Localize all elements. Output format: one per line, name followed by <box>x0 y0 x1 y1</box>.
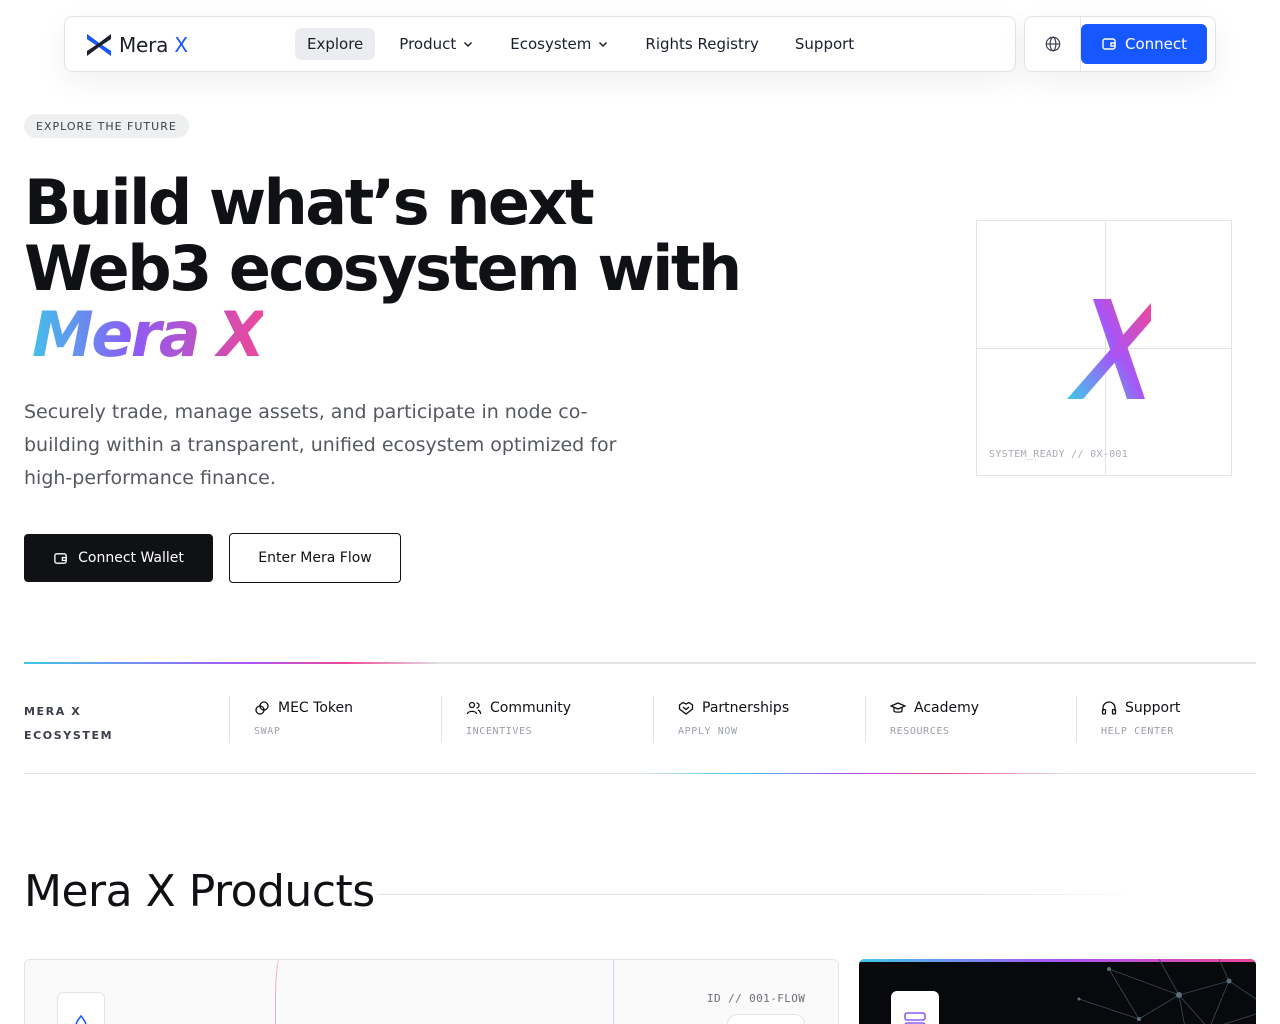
products-title: Mera X Products <box>24 866 375 917</box>
brand-logo[interactable]: Mera X <box>85 29 188 61</box>
decorative-arc <box>613 960 633 1024</box>
globe-icon <box>1045 36 1060 52</box>
product-icon-box <box>57 992 105 1024</box>
nav-item-label: Explore <box>307 35 364 53</box>
ecosystem-item-subtitle: RESOURCES <box>890 726 950 737</box>
ecosystem-item-support[interactable]: Support HELP CENTER <box>1076 696 1256 742</box>
ecosystem-item-title: Community <box>490 700 572 716</box>
headline-line-1: Build what’s next <box>24 166 595 239</box>
droplet-icon <box>75 1014 87 1024</box>
brand-name: Mera X <box>119 33 188 57</box>
connect-label: Connect <box>1124 35 1188 53</box>
connect-button[interactable]: Connect <box>1081 24 1207 64</box>
ecosystem-item-title: Academy <box>914 700 980 716</box>
chevron-down-icon <box>464 41 473 48</box>
ecosystem-item-title: Support <box>1125 700 1181 716</box>
wallet-icon <box>54 552 67 564</box>
hero-subtext: Securely trade, manage assets, and parti… <box>24 401 617 489</box>
nav-item-label: Product <box>399 35 457 53</box>
ecosystem-item-partnerships[interactable]: Partnerships APPLY NOW <box>653 696 865 742</box>
hero-headline: Build what’s next Web3 ecosystem with Me… <box>24 170 784 368</box>
hero-visual: SYSTEM_READY // 0X-001 <box>976 220 1232 476</box>
divider <box>24 773 1256 774</box>
divider <box>24 662 1256 664</box>
connect-wallet-button[interactable]: Connect Wallet <box>24 534 213 582</box>
product-card-dark[interactable] <box>859 959 1256 1024</box>
nav-menu: Explore Product Ecosystem Rights Registr… <box>295 28 878 60</box>
nav-actions: Connect <box>1024 16 1216 72</box>
enter-mera-flow-button[interactable]: Enter Mera Flow <box>229 533 401 583</box>
wallet-icon <box>1102 38 1116 50</box>
ecosystem-item-subtitle: HELP CENTER <box>1101 726 1174 737</box>
nav-item-rights-registry[interactable]: Rights Registry <box>633 28 771 60</box>
ecosystem-label-line: MERA X <box>24 705 82 718</box>
mera-x-mark-icon <box>1067 299 1151 399</box>
hero-eyebrow: EXPLORE THE FUTURE <box>24 114 189 138</box>
product-card-flow[interactable]: ID // 001-FLOW <box>24 959 839 1024</box>
nav-item-product[interactable]: Product <box>387 28 486 60</box>
mera-x-logo-icon <box>87 34 111 56</box>
product-icon-box <box>891 991 939 1024</box>
users-icon <box>466 701 482 715</box>
enter-mera-flow-label: Enter Mera Flow <box>258 550 372 566</box>
ecosystem-item-mec-token[interactable]: MEC Token SWAP <box>229 696 441 742</box>
ecosystem-item-subtitle: INCENTIVES <box>466 726 533 737</box>
graduation-cap-icon <box>890 702 906 713</box>
system-status: SYSTEM_READY // 0X-001 <box>989 449 1129 460</box>
ecosystem-item-academy[interactable]: Academy RESOURCES <box>865 696 1077 742</box>
product-id: ID // 001-FLOW <box>707 992 806 1005</box>
coins-icon <box>255 701 269 715</box>
headline-line-2: Web3 ecosystem with <box>24 232 742 305</box>
chevron-down-icon <box>599 41 608 48</box>
headline-highlight: Mera X <box>24 302 265 368</box>
divider <box>378 894 1138 895</box>
nav-item-label: Ecosystem <box>510 35 592 53</box>
server-icon <box>904 1012 926 1024</box>
nav-item-label: Rights Registry <box>645 35 759 53</box>
ecosystem-item-subtitle: APPLY NOW <box>678 726 738 737</box>
ecosystem-item-title: Partnerships <box>702 700 790 716</box>
ecosystem-item-subtitle: SWAP <box>254 726 281 737</box>
ecosystem-label: MERA X ECOSYSTEM <box>24 700 113 748</box>
decorative-arc <box>275 960 295 1024</box>
ecosystem-item-title: MEC Token <box>278 700 353 716</box>
language-button[interactable] <box>1025 17 1081 71</box>
nav-item-support[interactable]: Support <box>783 28 866 60</box>
handshake-icon <box>678 701 694 715</box>
connect-wallet-label: Connect Wallet <box>78 550 184 566</box>
headphones-icon <box>1101 701 1117 715</box>
ecosystem-label-line: ECOSYSTEM <box>24 729 114 742</box>
product-tag <box>727 1014 805 1024</box>
nav-item-ecosystem[interactable]: Ecosystem <box>498 28 621 60</box>
ecosystem-item-community[interactable]: Community INCENTIVES <box>441 696 653 742</box>
top-nav: Mera X Explore Product Ecosystem Rights … <box>64 16 1016 72</box>
nav-item-label: Support <box>794 35 855 53</box>
nav-item-explore[interactable]: Explore <box>295 28 376 60</box>
